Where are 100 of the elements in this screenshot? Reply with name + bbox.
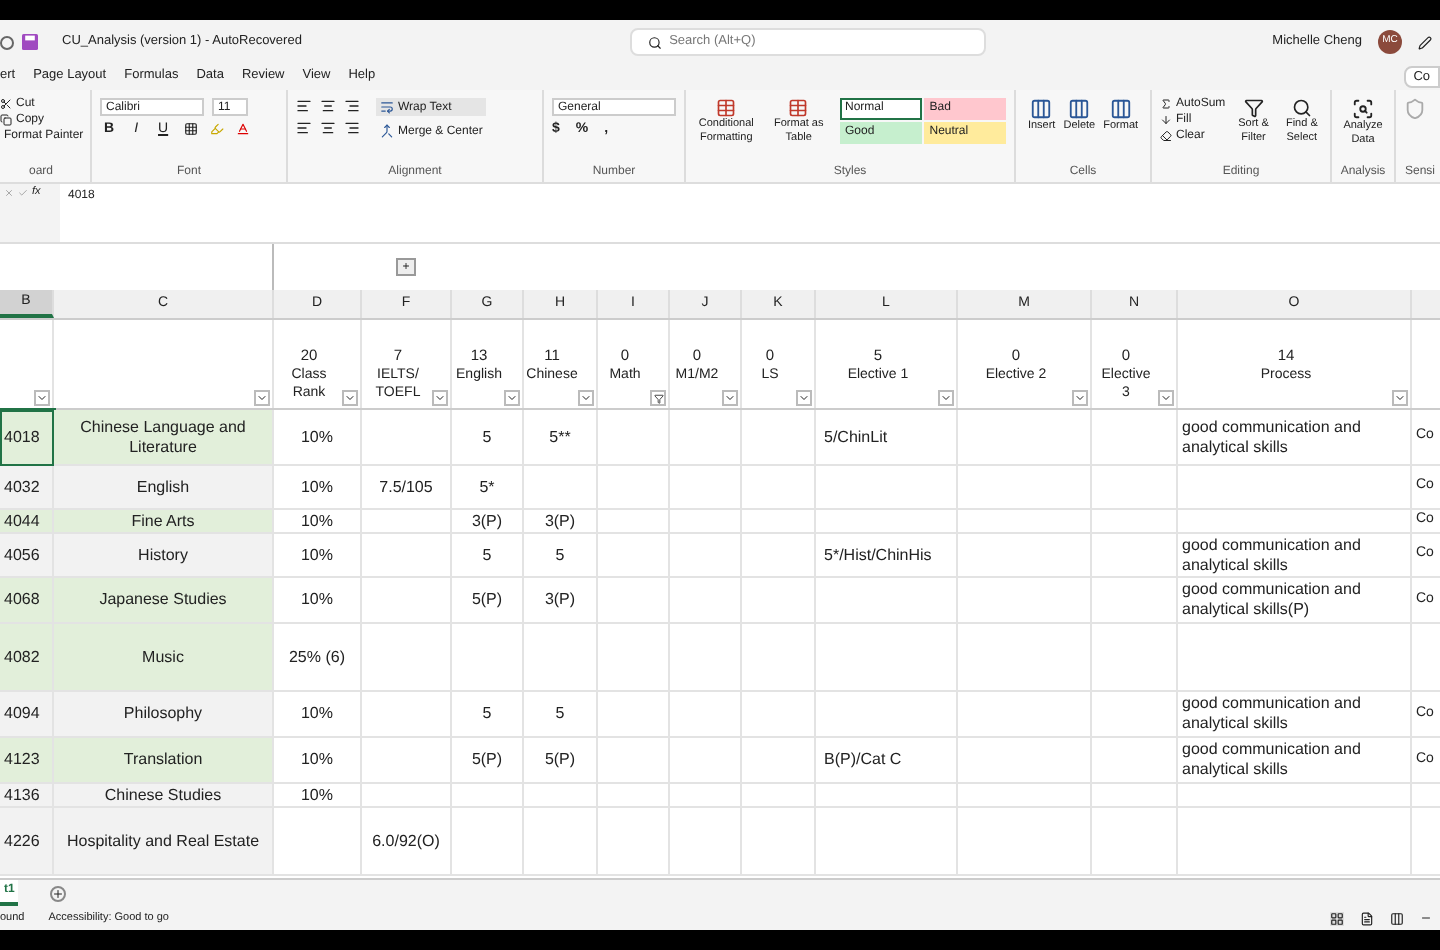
- filter-button[interactable]: [342, 390, 358, 406]
- page-break-icon[interactable]: [1390, 911, 1404, 925]
- subject-cell[interactable]: Music: [54, 624, 274, 692]
- filter-button[interactable]: [504, 390, 520, 406]
- table-cell[interactable]: [452, 808, 524, 876]
- table-cell[interactable]: 5(P): [452, 578, 524, 624]
- table-cell[interactable]: 3(P): [452, 510, 524, 534]
- filter-button[interactable]: [1158, 390, 1174, 406]
- filter-button[interactable]: [938, 390, 954, 406]
- table-cell[interactable]: [524, 466, 598, 510]
- table-cell[interactable]: 5*/Hist/ChinHis: [816, 534, 958, 578]
- table-cell[interactable]: 3(P): [524, 578, 598, 624]
- table-cell[interactable]: 5: [452, 692, 524, 738]
- enter-icon[interactable]: [18, 188, 28, 198]
- table-cell[interactable]: 10%: [274, 578, 362, 624]
- table-cell[interactable]: [598, 510, 670, 534]
- table-cell[interactable]: [816, 784, 958, 808]
- table-cell[interactable]: [670, 534, 742, 578]
- table-cell[interactable]: 10%: [274, 692, 362, 738]
- table-cell[interactable]: [958, 410, 1092, 466]
- table-cell[interactable]: [958, 578, 1092, 624]
- table-cell[interactable]: [816, 510, 958, 534]
- table-cell[interactable]: [1092, 784, 1178, 808]
- fill-color-icon[interactable]: [210, 122, 225, 136]
- table-cell[interactable]: [362, 578, 452, 624]
- align-left-icon[interactable]: [296, 120, 312, 136]
- table-cell[interactable]: [816, 578, 958, 624]
- align-top-icon[interactable]: [296, 98, 312, 114]
- table-cell[interactable]: [524, 808, 598, 876]
- table-cell[interactable]: [362, 784, 452, 808]
- table-cell[interactable]: [742, 410, 816, 466]
- table-cell[interactable]: B(P)/Cat C: [816, 738, 958, 784]
- subject-cell[interactable]: Philosophy: [54, 692, 274, 738]
- table-cell[interactable]: [1092, 466, 1178, 510]
- table-cell[interactable]: [524, 784, 598, 808]
- table-cell[interactable]: 10%: [274, 510, 362, 534]
- table-cell[interactable]: [958, 534, 1092, 578]
- table-cell[interactable]: [742, 624, 816, 692]
- table-cell[interactable]: [274, 808, 362, 876]
- subject-cell[interactable]: Translation: [54, 738, 274, 784]
- table-cell[interactable]: [452, 624, 524, 692]
- table-cell[interactable]: 3(P): [524, 510, 598, 534]
- font-color-icon[interactable]: [236, 122, 251, 136]
- table-cell[interactable]: [670, 510, 742, 534]
- table-cell[interactable]: [1178, 624, 1412, 692]
- table-cell[interactable]: [742, 738, 816, 784]
- table-cell[interactable]: [958, 738, 1092, 784]
- filter-button[interactable]: [722, 390, 738, 406]
- table-cell[interactable]: [742, 692, 816, 738]
- table-cell[interactable]: [362, 410, 452, 466]
- table-cell[interactable]: 7.5/105: [362, 466, 452, 510]
- table-cell[interactable]: [958, 784, 1092, 808]
- align-middle-icon[interactable]: [320, 98, 336, 114]
- table-cell[interactable]: [598, 692, 670, 738]
- table-cell[interactable]: [1092, 578, 1178, 624]
- table-cell[interactable]: [742, 510, 816, 534]
- subject-cell[interactable]: Japanese Studies: [54, 578, 274, 624]
- table-cell[interactable]: [742, 784, 816, 808]
- table-cell[interactable]: good communication and analytical skills(P): [1178, 578, 1412, 624]
- subject-cell[interactable]: English: [54, 466, 274, 510]
- subject-cell[interactable]: Chinese Language and Literature: [54, 410, 274, 466]
- table-cell[interactable]: [958, 510, 1092, 534]
- code-cell[interactable]: 4056: [0, 534, 54, 578]
- table-cell[interactable]: [1178, 808, 1412, 876]
- code-cell[interactable]: 4082: [0, 624, 54, 692]
- table-cell[interactable]: [816, 692, 958, 738]
- filter-button[interactable]: [34, 390, 50, 406]
- table-cell[interactable]: [670, 624, 742, 692]
- table-cell[interactable]: [1178, 784, 1412, 808]
- table-cell[interactable]: [958, 692, 1092, 738]
- table-cell[interactable]: [598, 808, 670, 876]
- subject-cell[interactable]: Fine Arts: [54, 510, 274, 534]
- table-cell[interactable]: [362, 738, 452, 784]
- table-cell[interactable]: [598, 534, 670, 578]
- table-cell[interactable]: 5: [524, 692, 598, 738]
- table-cell[interactable]: [1092, 692, 1178, 738]
- table-cell[interactable]: [1092, 534, 1178, 578]
- table-cell[interactable]: 6.0/92(O): [362, 808, 452, 876]
- align-right-icon[interactable]: [344, 120, 360, 136]
- table-cell[interactable]: 5: [452, 534, 524, 578]
- table-cell[interactable]: [742, 534, 816, 578]
- table-cell[interactable]: 10%: [274, 534, 362, 578]
- subject-cell[interactable]: Chinese Studies: [54, 784, 274, 808]
- table-cell[interactable]: [598, 578, 670, 624]
- table-cell[interactable]: [816, 624, 958, 692]
- table-cell[interactable]: [670, 784, 742, 808]
- table-cell[interactable]: [1092, 410, 1178, 466]
- code-cell[interactable]: 4018: [0, 410, 54, 466]
- table-cell[interactable]: [598, 410, 670, 466]
- table-cell[interactable]: 5*: [452, 466, 524, 510]
- save-icon[interactable]: [22, 34, 38, 50]
- table-cell[interactable]: [670, 692, 742, 738]
- align-bottom-icon[interactable]: [344, 98, 360, 114]
- code-cell[interactable]: 4068: [0, 578, 54, 624]
- pen-icon[interactable]: [1417, 35, 1432, 49]
- filter-active-button[interactable]: [650, 390, 666, 406]
- table-cell[interactable]: good communication and analytical skills: [1178, 410, 1412, 466]
- normal-view-icon[interactable]: [1330, 911, 1344, 925]
- table-cell[interactable]: 5(P): [524, 738, 598, 784]
- table-cell[interactable]: [670, 466, 742, 510]
